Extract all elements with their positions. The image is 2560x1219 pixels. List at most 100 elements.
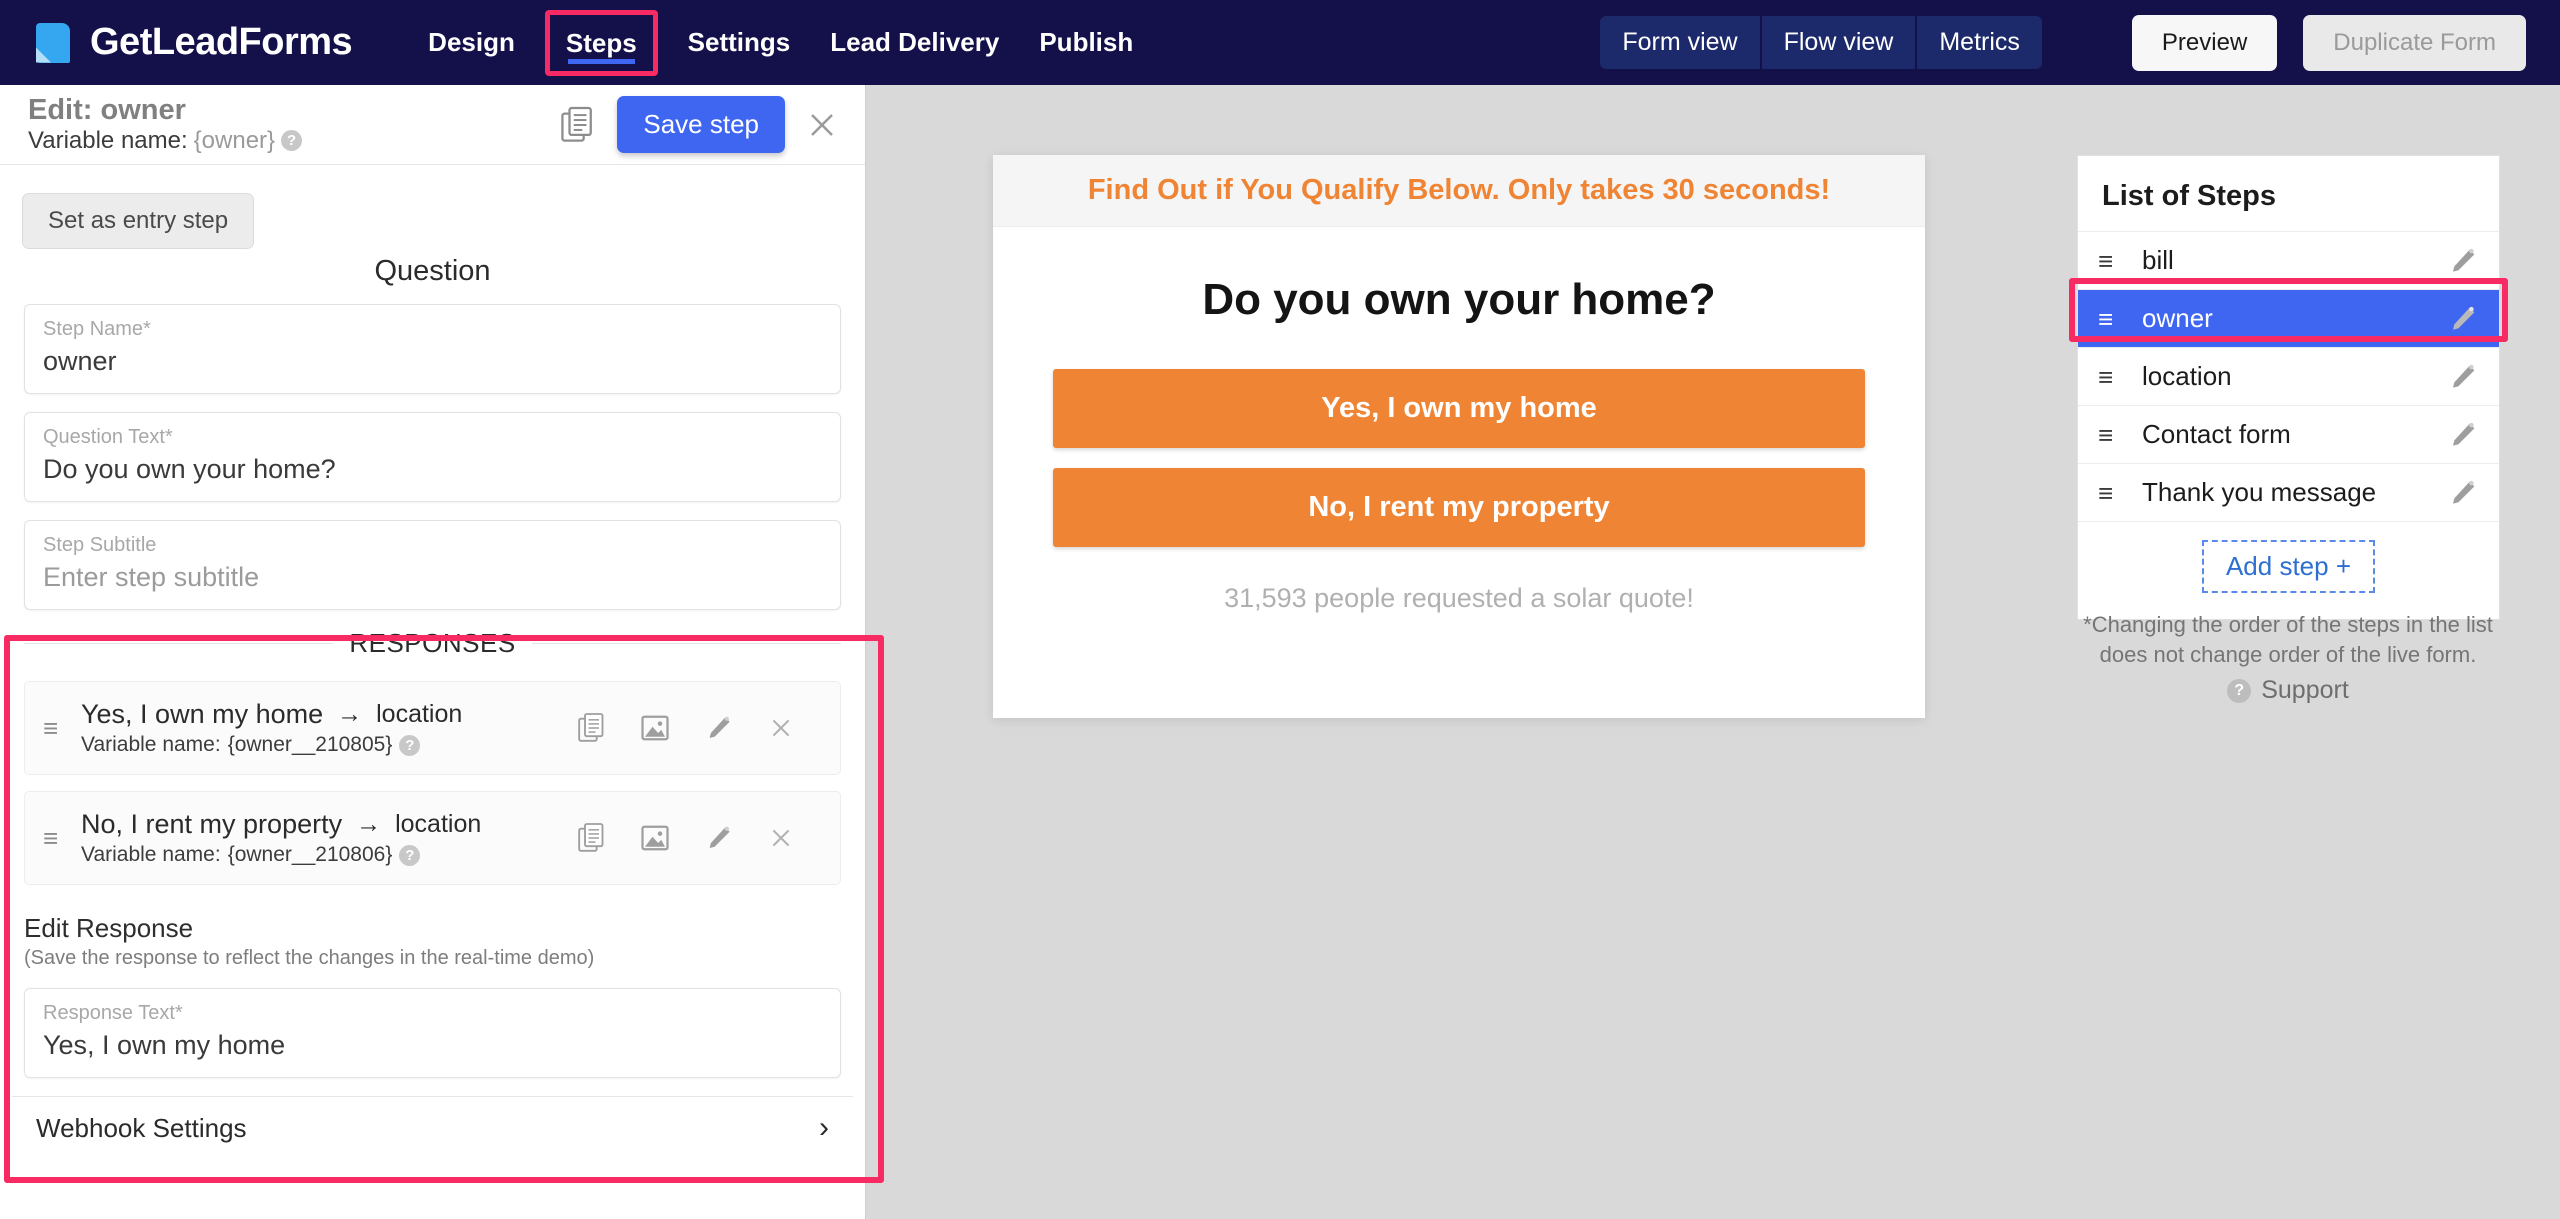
nav-item-lead-delivery[interactable]: Lead Delivery xyxy=(810,0,1019,85)
sidebar-item-thank-you-message[interactable]: ≡ Thank you message xyxy=(2078,463,2499,521)
pencil-icon[interactable] xyxy=(704,823,734,853)
add-step-button[interactable]: Add step + xyxy=(2201,540,2376,593)
edit-response-subtitle: (Save the response to reflect the change… xyxy=(24,947,595,969)
pencil-icon[interactable] xyxy=(2447,477,2479,509)
response-variable-label: Variable name: xyxy=(81,843,221,866)
drag-handle-icon[interactable]: ≡ xyxy=(43,715,71,741)
arrow-icon: → xyxy=(356,810,382,838)
step-name-input[interactable]: owner xyxy=(43,346,822,377)
step-label: bill xyxy=(2142,245,2174,275)
close-icon[interactable] xyxy=(807,110,837,140)
close-icon[interactable] xyxy=(768,715,794,741)
question-text-label: Question Text* xyxy=(43,426,173,448)
responses-section: RESPONSES ≡ Yes, I own my home → locatio… xyxy=(0,628,865,1145)
step-subtitle-input[interactable]: Enter step subtitle xyxy=(43,562,822,593)
pencil-icon[interactable] xyxy=(2447,419,2479,451)
table-row[interactable]: ≡ No, I rent my property → location Vari… xyxy=(24,791,841,885)
nav-item-settings[interactable]: Settings xyxy=(668,0,811,85)
response-row-actions xyxy=(578,822,822,854)
response-row-actions xyxy=(578,712,822,744)
question-section-title: Question xyxy=(374,255,491,287)
nav-right-actions: Form view Flow view Metrics Preview Dupl… xyxy=(1600,14,2526,71)
step-name-field[interactable]: Step Name* owner xyxy=(24,304,841,394)
segment-metrics[interactable]: Metrics xyxy=(1917,16,2042,69)
form-preview: Find Out if You Qualify Below. Only take… xyxy=(993,155,1925,718)
pencil-icon[interactable] xyxy=(2447,361,2479,393)
pencil-icon[interactable] xyxy=(704,713,734,743)
drag-handle-icon[interactable]: ≡ xyxy=(43,825,71,851)
image-icon[interactable] xyxy=(640,823,670,853)
response-variable: Variable name: {owner__210806} ? xyxy=(81,843,481,867)
support-label: Support xyxy=(2261,676,2349,704)
divider-left xyxy=(24,643,334,644)
response-variable: Variable name: {owner__210805} ? xyxy=(81,733,462,757)
step-editor-header: Edit: owner Variable name: {owner} ? Sav… xyxy=(0,85,865,165)
support-link[interactable]: ? Support xyxy=(2068,676,2508,705)
help-icon[interactable]: ? xyxy=(399,734,421,756)
page-title: Edit: owner xyxy=(28,94,186,127)
drag-handle-icon[interactable]: ≡ xyxy=(2098,364,2142,390)
step-label: Contact form xyxy=(2142,419,2291,449)
pencil-icon[interactable] xyxy=(2447,245,2479,277)
steps-order-note-line2: does not change order of the live form. xyxy=(2099,641,2477,667)
response-text-input[interactable]: Yes, I own my home xyxy=(43,1030,822,1061)
responses-title: RESPONSES xyxy=(349,628,516,658)
step-editor-title-block: Edit: owner Variable name: {owner} ? xyxy=(28,94,303,154)
segment-flow-view[interactable]: Flow view xyxy=(1761,16,1918,69)
drag-handle-icon[interactable]: ≡ xyxy=(2098,422,2142,448)
preview-banner: Find Out if You Qualify Below. Only take… xyxy=(993,155,1925,227)
segment-form-view[interactable]: Form view xyxy=(1600,16,1762,69)
divider-right xyxy=(531,643,842,644)
drag-handle-icon[interactable]: ≡ xyxy=(2098,248,2142,274)
response-text-label: Response Text* xyxy=(43,1002,183,1024)
question-text-input[interactable]: Do you own your home? xyxy=(43,454,822,485)
preview-button[interactable]: Preview xyxy=(2131,14,2278,71)
save-step-button[interactable]: Save step xyxy=(617,96,785,153)
step-editor-header-actions: Save step xyxy=(561,96,837,153)
duplicate-form-button[interactable]: Duplicate Form xyxy=(2303,14,2526,71)
top-navigation-bar: GetLeadForms Design Steps Settings Lead … xyxy=(0,0,2560,85)
nav-active-underline xyxy=(567,58,635,64)
response-text-field[interactable]: Response Text* Yes, I own my home xyxy=(24,988,841,1078)
drag-handle-icon[interactable]: ≡ xyxy=(2098,306,2142,332)
sidebar-item-contact-form[interactable]: ≡ Contact form xyxy=(2078,405,2499,463)
duplicate-icon[interactable] xyxy=(578,712,606,744)
pencil-icon[interactable] xyxy=(2447,303,2479,335)
close-icon[interactable] xyxy=(768,825,794,851)
duplicate-icon[interactable] xyxy=(578,822,606,854)
sidebar-item-owner[interactable]: ≡ owner xyxy=(2078,289,2499,347)
nav-item-steps-highlight: Steps xyxy=(544,9,658,76)
step-subtitle-field[interactable]: Step Subtitle Enter step subtitle xyxy=(24,520,841,610)
question-text-field[interactable]: Question Text* Do you own your home? xyxy=(24,412,841,502)
webhook-settings-label: Webhook Settings xyxy=(36,1112,247,1143)
table-row[interactable]: ≡ Yes, I own my home → location Variable… xyxy=(24,681,841,775)
set-as-entry-step-button[interactable]: Set as entry step xyxy=(22,193,255,249)
help-icon[interactable]: ? xyxy=(399,844,421,866)
duplicate-step-icon[interactable] xyxy=(561,106,595,144)
response-texts: No, I rent my property → location Variab… xyxy=(81,809,481,867)
response-summary: Yes, I own my home → location xyxy=(81,699,462,730)
response-texts: Yes, I own my home → location Variable n… xyxy=(81,699,462,757)
page-logo-icon xyxy=(32,21,74,65)
nav-item-publish[interactable]: Publish xyxy=(1019,0,1153,85)
preview-answer-button-no[interactable]: No, I rent my property xyxy=(1053,468,1865,547)
step-editor-panel: Edit: owner Variable name: {owner} ? Sav… xyxy=(0,85,866,1219)
edit-response-header: Edit Response (Save the response to refl… xyxy=(0,901,865,974)
image-icon[interactable] xyxy=(640,713,670,743)
sidebar-item-bill[interactable]: ≡ bill xyxy=(2078,231,2499,289)
help-icon: ? xyxy=(2227,678,2252,703)
webhook-settings-row[interactable]: Webhook Settings › xyxy=(12,1096,853,1145)
nav-item-design[interactable]: Design xyxy=(408,0,535,85)
preview-answer-button-yes[interactable]: Yes, I own my home xyxy=(1053,369,1865,448)
brand-name: GetLeadForms xyxy=(90,21,353,63)
help-icon[interactable]: ? xyxy=(281,130,303,152)
steps-list-panel: List of Steps ≡ bill ≡ owner ≡ location … xyxy=(2077,155,2500,620)
view-segmented-control: Form view Flow view Metrics xyxy=(1600,16,2042,69)
preview-banner-text: Find Out if You Qualify Below. Only take… xyxy=(1087,174,1831,206)
drag-handle-icon[interactable]: ≡ xyxy=(2098,480,2142,506)
add-step-row: Add step + xyxy=(2078,521,2499,619)
preview-social-proof-text: 31,593 people requested a solar quote! xyxy=(1224,583,1694,613)
main-menu: Design Steps Settings Lead Delivery Publ… xyxy=(408,0,1153,85)
sidebar-item-location[interactable]: ≡ location xyxy=(2078,347,2499,405)
response-destination: location xyxy=(395,810,482,838)
